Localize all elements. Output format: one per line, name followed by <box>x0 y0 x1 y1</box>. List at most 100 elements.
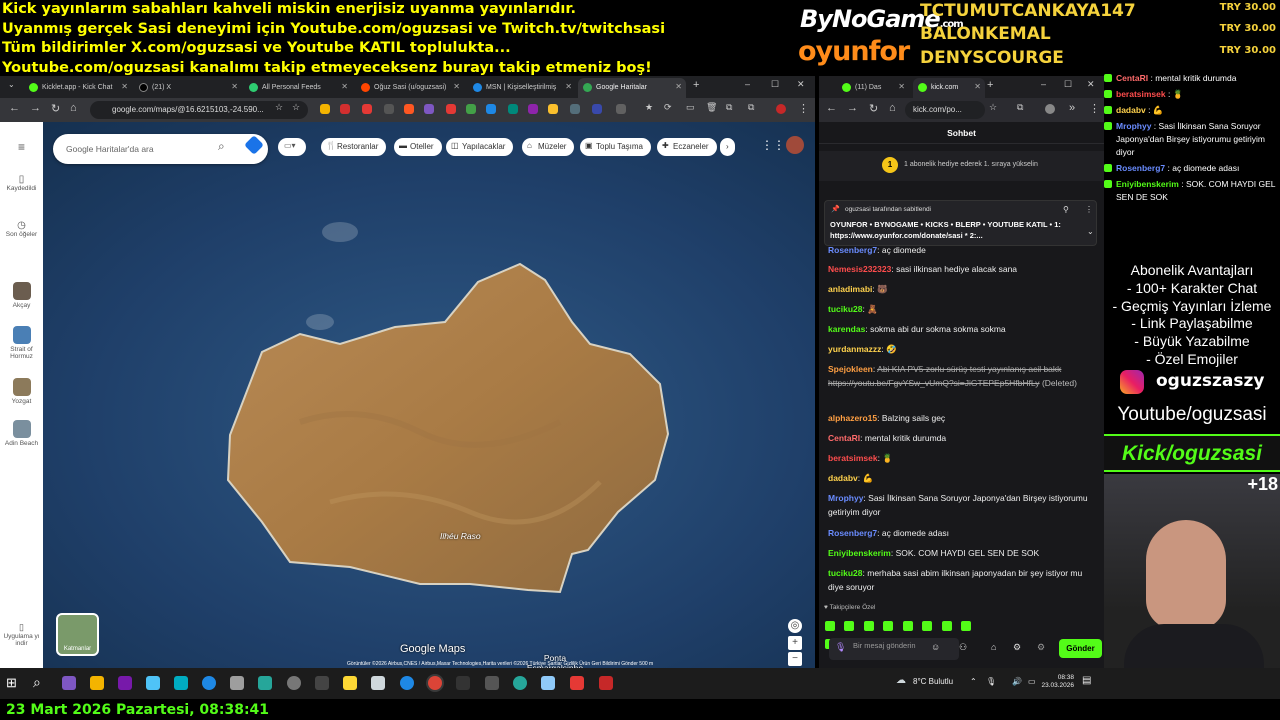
close-icon[interactable]: ✕ <box>453 82 460 91</box>
send-button[interactable]: Gönder <box>1059 639 1102 658</box>
extension-icon[interactable] <box>508 104 518 114</box>
extension-icon[interactable] <box>548 104 558 114</box>
tab-feeds[interactable]: All Personal Feeds ✕ <box>244 78 352 98</box>
back-icon[interactable]: ← <box>9 102 20 114</box>
obs-icon[interactable] <box>287 676 301 690</box>
emote-icon[interactable] <box>825 621 835 631</box>
chat-message[interactable]: Rosenberg7: aç diomede adası <box>828 526 1093 540</box>
emote-icon[interactable] <box>863 621 874 631</box>
avatar[interactable] <box>1045 104 1055 114</box>
map-attribution[interactable]: Görüntüler ©2026 Airbus,CNES / Airbus,Ma… <box>347 661 653 667</box>
extension-icon[interactable] <box>404 104 414 114</box>
chat-message[interactable]: anladimabi: 🐻 <box>828 282 1093 296</box>
extension-icon[interactable] <box>592 104 602 114</box>
pinned-message[interactable]: 📌 oguzsasi tarafından sabitlendi ⚲ ⋮ OYU… <box>824 200 1097 246</box>
chat-message[interactable]: Mrophyy: Sasi İlkinsan Sana Soruyor Japo… <box>828 491 1093 519</box>
chat-message[interactable]: alphazero15: Balzing sails geç <box>828 411 1093 425</box>
chat-message[interactable]: Nemesis232323: sasi ilkinsan hediye alac… <box>828 262 1093 276</box>
zoom-out-button[interactable]: − <box>788 652 802 666</box>
extension-icon[interactable] <box>486 104 496 114</box>
star-icon[interactable]: ☆ <box>989 102 997 113</box>
extension-icon[interactable] <box>362 104 372 114</box>
chat-username[interactable]: tuciku28 <box>828 304 863 314</box>
chat-username[interactable]: Spejokleen <box>828 364 873 374</box>
tab-kicklet[interactable]: Kicklet.app - Kick Chat ✕ <box>24 78 132 98</box>
clipboard-icon[interactable]: ▭ <box>686 102 695 113</box>
chat-message[interactable]: tuciku28: 🧸 <box>828 302 1093 316</box>
store-icon[interactable]: ⌂ <box>991 642 996 652</box>
saved-button[interactable]: ▯ Kaydedildi <box>0 174 43 192</box>
search-icon[interactable]: ⌕ <box>33 674 41 691</box>
chat-message[interactable]: CentaRI: mental kritik durumda <box>828 431 1093 445</box>
layers-button[interactable]: Katmanlar <box>56 613 99 656</box>
map-canvas[interactable]: Ilhéu Raso Ponta Esmargalsinho Google Ma… <box>0 122 815 668</box>
search-icon[interactable]: ⌕ <box>218 139 225 154</box>
chips-next-button[interactable]: › <box>720 138 735 156</box>
share-icon[interactable]: ⧉ <box>726 102 732 113</box>
close-icon[interactable]: ✕ <box>898 82 905 91</box>
taskbar-clock[interactable]: 08:38 23.03.2026 <box>1040 674 1074 690</box>
chevron-down-icon[interactable]: ⌄ <box>1087 227 1094 236</box>
chat-username[interactable]: Rosenberg7 <box>828 528 877 538</box>
pen-icon[interactable] <box>62 676 76 690</box>
emote-icon[interactable] <box>941 621 952 631</box>
app-icon[interactable] <box>258 676 272 690</box>
chrome-icon[interactable] <box>428 676 442 690</box>
app-icon[interactable] <box>541 676 555 690</box>
emote-icon[interactable] <box>883 621 894 631</box>
new-tab-icon[interactable]: + <box>693 79 699 91</box>
my-location-icon[interactable]: ◎ <box>788 619 802 633</box>
extension-icon[interactable] <box>340 104 350 114</box>
maximize-icon[interactable]: ☐ <box>1064 79 1072 90</box>
app-icon[interactable] <box>371 676 385 690</box>
tab-reddit[interactable]: Oğuz Sasi (u/oguzsasi) ✕ <box>356 78 464 98</box>
chat-username[interactable]: tuciku28 <box>828 568 863 578</box>
minimize-icon[interactable]: – <box>745 79 750 89</box>
chat-message[interactable]: karendas: sokma abi dur sokma sokma sokm… <box>828 322 1093 336</box>
close-window-icon[interactable]: ✕ <box>797 79 805 90</box>
avatar[interactable] <box>786 136 804 154</box>
bookmark-icon[interactable]: ☆ <box>292 102 300 113</box>
back-icon[interactable]: ← <box>826 102 837 114</box>
chat-username[interactable]: Mrophyy <box>828 493 863 503</box>
zoom-in-button[interactable]: + <box>788 636 802 650</box>
chip-things-to-do[interactable]: ◫ Yapılacaklar <box>446 138 514 156</box>
history-icon[interactable]: ⟳ <box>664 102 672 113</box>
camera-icon[interactable] <box>230 676 244 690</box>
tab-dashboard[interactable]: (11) Das ✕ <box>837 78 909 98</box>
menu-icon[interactable]: ⋮ <box>1089 102 1100 115</box>
recent-button[interactable]: ◷ Son öğeler <box>0 220 43 238</box>
reload-icon[interactable]: ↻ <box>869 102 878 115</box>
chat-username[interactable]: dadabv <box>828 473 858 483</box>
maximize-icon[interactable]: ☐ <box>771 79 779 90</box>
home-icon[interactable]: ⌂ <box>889 102 896 114</box>
recent-hormuz[interactable]: Strait of Hormuz <box>0 326 43 360</box>
close-icon[interactable]: ✕ <box>565 82 572 91</box>
chat-message[interactable]: dadabv: 💪 <box>828 471 1093 485</box>
gear-icon[interactable]: ⚙ <box>1013 642 1021 653</box>
tray-overflow-icon[interactable]: ⌃ <box>970 677 977 686</box>
music-icon[interactable] <box>485 676 499 690</box>
more-icon[interactable]: ⋮ <box>1085 205 1093 214</box>
new-tab-icon[interactable]: + <box>987 79 993 91</box>
keyboard-dropdown[interactable]: ▭▾ <box>278 138 306 156</box>
app-icon[interactable] <box>456 676 470 690</box>
chat-message[interactable]: Eniyibenskerim: SOK. COM HAYDI GEL SEN D… <box>828 546 1093 560</box>
forward-icon[interactable]: → <box>847 102 858 114</box>
star-icon[interactable]: ☆ <box>275 102 283 113</box>
app-icon[interactable] <box>315 676 329 690</box>
tab-msn[interactable]: MSN | Kişiselleştirilmiş ✕ <box>468 78 576 98</box>
apps-grid-icon[interactable]: ⋮⋮ <box>761 138 785 152</box>
notes-icon[interactable] <box>343 676 357 690</box>
chat-username[interactable]: Rosenberg7 <box>828 245 877 255</box>
emote-icon[interactable] <box>922 621 933 631</box>
menu-icon[interactable]: ⋮ <box>798 102 809 115</box>
extension-icon[interactable] <box>424 104 434 114</box>
chip-museums[interactable]: ⌂ Müzeler <box>522 138 575 156</box>
edge-dev-icon[interactable] <box>174 676 188 690</box>
tab-menu-icon[interactable]: ⌄ <box>8 80 15 89</box>
more-icon[interactable]: » <box>1069 102 1075 114</box>
close-icon[interactable]: ✕ <box>121 82 128 91</box>
microphone-icon[interactable]: 🎙 <box>835 642 846 653</box>
pin-icon[interactable]: ⚲ <box>1063 205 1069 214</box>
